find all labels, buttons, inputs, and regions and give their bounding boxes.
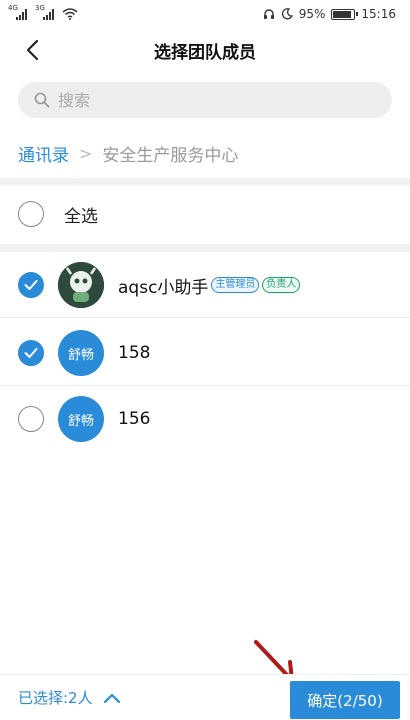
section-divider [0, 178, 410, 186]
member-row[interactable]: 舒畅 156 [0, 386, 410, 452]
page-title: 选择团队成员 [154, 43, 256, 63]
search-bar[interactable] [18, 82, 392, 118]
member-name: 156 [118, 409, 151, 429]
member-row[interactable]: 舒畅 158 [0, 320, 410, 386]
moon-icon [281, 8, 293, 20]
selected-summary[interactable]: 已选择:2人 [18, 687, 121, 708]
headphones-icon [263, 9, 274, 19]
section-divider [0, 244, 410, 252]
header: 选择团队成员 [0, 28, 410, 72]
member-checkbox[interactable] [18, 340, 44, 366]
breadcrumb: 通讯录 > 安全生产服务中心 [18, 140, 238, 166]
member-name: aqsc小助手 [118, 277, 209, 298]
row-divider [0, 317, 410, 318]
avatar: 舒畅 [58, 330, 104, 376]
checkmark-icon [24, 348, 38, 358]
admin-badge: 主管理员 [211, 277, 260, 293]
member-row[interactable]: aqsc小助手 主管理员 负责人 [0, 252, 410, 318]
confirm-button[interactable]: 确定(2/50) [290, 681, 400, 719]
selected-count-label: 已选择:2人 [18, 689, 93, 707]
status-left: 4G 3G [8, 4, 78, 20]
search-input[interactable] [58, 90, 358, 110]
owner-badge: 负责人 [262, 277, 301, 293]
chevron-up-icon [103, 693, 120, 703]
select-all-label: 全选 [64, 206, 98, 227]
member-name: 158 [118, 343, 151, 363]
breadcrumb-separator-icon: > [79, 143, 93, 163]
battery-percent: 95% [298, 7, 326, 21]
avatar: 舒畅 [58, 396, 104, 442]
network-type-2: 3G [35, 3, 45, 12]
member-checkbox[interactable] [18, 406, 44, 432]
avatar [58, 262, 104, 308]
breadcrumb-current: 安全生产服务中心 [102, 145, 239, 166]
clock: 15:16 [361, 7, 396, 21]
breadcrumb-root-link[interactable]: 通讯录 [18, 141, 69, 166]
checkmark-icon [24, 280, 38, 290]
robot-avatar-icon [58, 262, 104, 308]
network-type-1: 4G [8, 3, 18, 12]
search-icon [34, 92, 50, 108]
battery-icon [331, 8, 359, 20]
member-checkbox[interactable] [18, 272, 44, 298]
status-right: 95% 15:16 [263, 7, 396, 21]
select-all-row[interactable]: 全选 [0, 190, 410, 238]
signal-icon: 4G [8, 4, 27, 20]
signal-icon-2: 3G [35, 4, 54, 20]
wifi-icon [62, 8, 78, 20]
select-all-checkbox[interactable] [18, 201, 44, 227]
status-bar: 4G 3G 95% 15:16 [0, 0, 410, 28]
bottom-bar: 已选择:2人 确定(2/50) [0, 674, 410, 720]
